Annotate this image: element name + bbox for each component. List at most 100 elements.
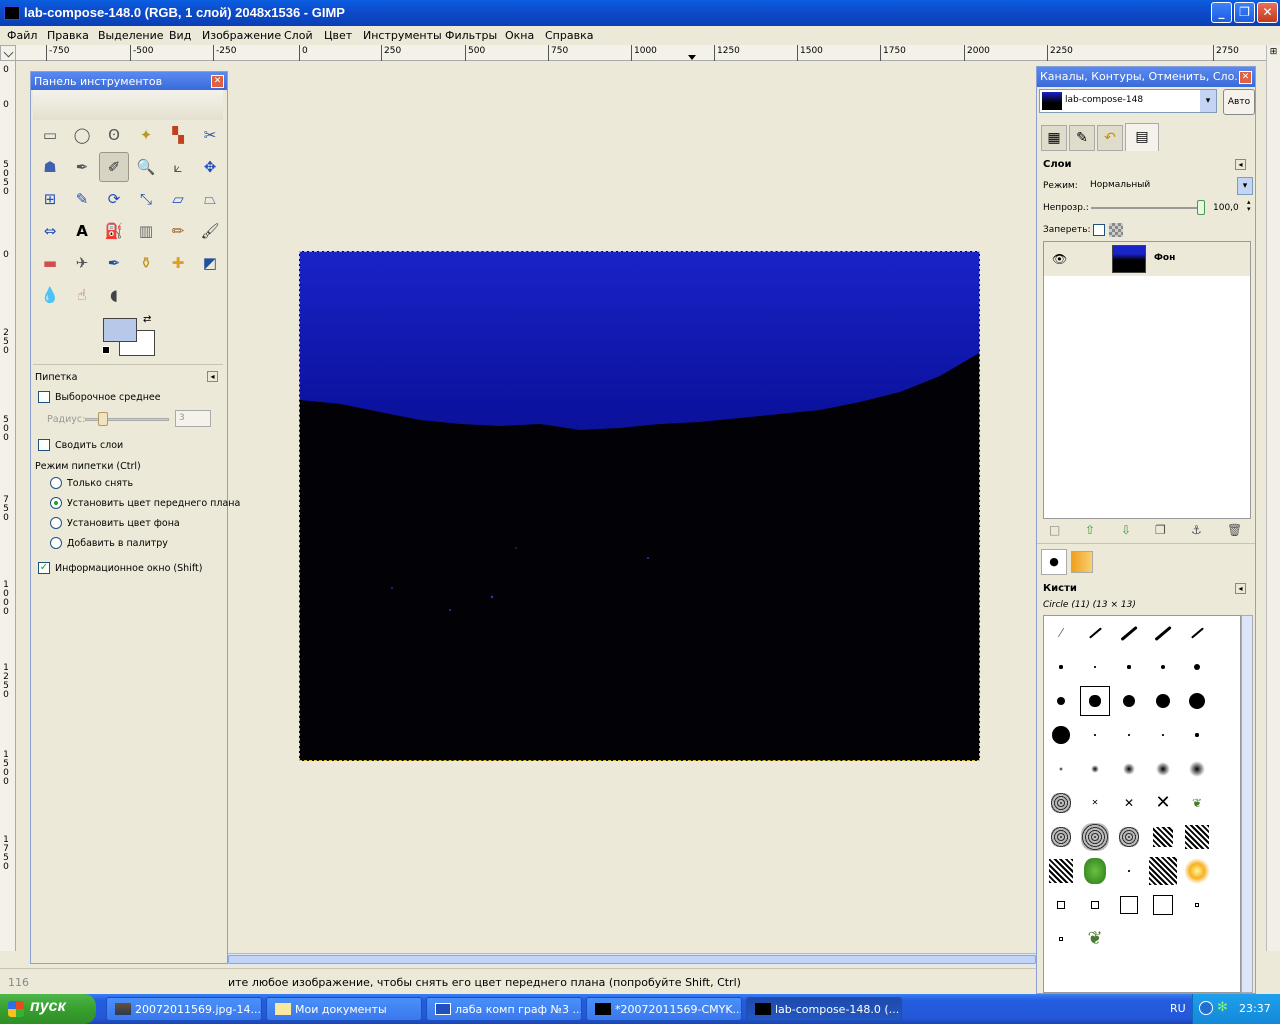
heal-icon[interactable]: ✚ — [163, 248, 193, 278]
image-canvas[interactable] — [299, 251, 980, 761]
brush-item[interactable] — [1114, 890, 1144, 920]
brush-item[interactable] — [1148, 720, 1178, 750]
brush-item[interactable] — [1148, 618, 1178, 648]
blend-icon[interactable]: ▥ — [131, 216, 161, 246]
mode-set-foreground-radio[interactable] — [50, 497, 62, 509]
mode-pick-only-radio[interactable] — [50, 477, 62, 489]
opacity-slider-handle[interactable] — [1197, 200, 1205, 215]
move-icon[interactable]: ✥ — [195, 152, 225, 182]
dodge-burn-icon[interactable]: ◖ — [99, 280, 129, 310]
paths-tab-icon[interactable]: ✎ — [1069, 125, 1095, 151]
brush-item[interactable] — [1114, 652, 1144, 682]
channels-tab-icon[interactable]: ▦ — [1041, 125, 1067, 151]
brush-item[interactable] — [1080, 822, 1110, 852]
fuzzy-select-icon[interactable]: ✦ — [131, 120, 161, 150]
ink-icon[interactable]: ✒ — [99, 248, 129, 278]
brush-item[interactable] — [1046, 788, 1076, 818]
brushes-tab-icon[interactable]: ● — [1041, 549, 1067, 575]
menu-file[interactable]: Файл — [7, 29, 37, 42]
auto-button[interactable]: Авто — [1223, 89, 1255, 115]
toolbox-close-button[interactable]: ✕ — [211, 75, 224, 88]
eye-icon[interactable]: 👁 — [1052, 252, 1067, 266]
crop-icon[interactable]: ✎ — [67, 184, 97, 214]
brush-item[interactable] — [1182, 720, 1212, 750]
brush-item[interactable] — [1080, 890, 1110, 920]
brush-item[interactable] — [1148, 754, 1178, 784]
dock-close-button[interactable]: ✕ — [1239, 71, 1252, 84]
brush-item[interactable]: ❦ — [1080, 924, 1110, 954]
eraser-icon[interactable]: ▬ — [35, 248, 65, 278]
brush-item[interactable] — [1046, 822, 1076, 852]
brush-item[interactable] — [1046, 890, 1076, 920]
panel-menu-icon[interactable]: ◂ — [207, 371, 218, 382]
menu-layer[interactable]: Слой — [284, 29, 313, 42]
brush-item[interactable] — [1046, 686, 1076, 716]
delete-layer-icon[interactable]: 🗑 — [1227, 523, 1242, 537]
brush-item[interactable] — [1182, 822, 1212, 852]
perspective-icon[interactable]: ⏢ — [195, 184, 225, 214]
taskbar-item[interactable]: *20072011569-CMYK... — [586, 997, 742, 1021]
lock-alpha-icon[interactable] — [1109, 223, 1123, 237]
brush-item[interactable] — [1114, 720, 1144, 750]
clock[interactable]: 23:37 — [1239, 1002, 1271, 1015]
brush-item[interactable] — [1148, 890, 1178, 920]
swap-colors-icon[interactable]: ⇄ — [143, 314, 151, 325]
menu-help[interactable]: Справка — [545, 29, 593, 42]
brush-item[interactable] — [1046, 652, 1076, 682]
radius-slider-handle[interactable] — [98, 412, 108, 426]
menu-view[interactable]: Вид — [169, 29, 191, 42]
brush-item[interactable] — [1046, 856, 1076, 886]
brush-item[interactable] — [1114, 822, 1144, 852]
opacity-slider[interactable] — [1091, 207, 1205, 209]
brush-item[interactable]: ✕ — [1080, 788, 1110, 818]
radius-input[interactable]: 3 — [175, 410, 211, 427]
mode-set-background-radio[interactable] — [50, 517, 62, 529]
sample-average-checkbox[interactable] — [38, 391, 50, 403]
navigate-icon[interactable]: ⊞ — [1268, 47, 1279, 58]
brush-item[interactable] — [1046, 720, 1076, 750]
network-icon[interactable]: ✻ — [1217, 1000, 1228, 1015]
ellipse-select-icon[interactable]: ◯ — [67, 120, 97, 150]
pencil-icon[interactable]: ✏ — [163, 216, 193, 246]
layer-row[interactable]: 👁 Фон — [1044, 242, 1250, 276]
airbrush-icon[interactable]: ✈ — [67, 248, 97, 278]
layers-menu-icon[interactable]: ◂ — [1235, 159, 1246, 170]
brush-item[interactable] — [1182, 618, 1212, 648]
opacity-spinner[interactable]: ▴ ▾ — [1247, 199, 1251, 213]
brush-item[interactable] — [1182, 856, 1212, 886]
align-icon[interactable]: ⊞ — [35, 184, 65, 214]
lower-layer-icon[interactable]: ⇩ — [1121, 523, 1131, 537]
brush-item[interactable] — [1046, 754, 1076, 784]
scrollbar-thumb[interactable] — [228, 955, 1036, 964]
sample-merged-checkbox[interactable] — [38, 439, 50, 451]
menu-filters[interactable]: Фильтры — [445, 29, 497, 42]
smudge-icon[interactable]: ☝ — [67, 280, 97, 310]
rect-select-icon[interactable]: ▭ — [35, 120, 65, 150]
chevron-down-icon[interactable]: ▾ — [1200, 90, 1216, 112]
brush-item[interactable] — [1114, 686, 1144, 716]
brushes-scrollbar[interactable] — [1241, 615, 1253, 993]
minimize-button[interactable]: _ — [1211, 2, 1232, 23]
bucket-fill-icon[interactable]: ⛽ — [99, 216, 129, 246]
paths-icon[interactable]: ✒ — [67, 152, 97, 182]
brush-item[interactable]: ❦ — [1182, 788, 1212, 818]
patterns-tab-icon[interactable] — [1071, 551, 1093, 573]
start-button[interactable]: пуск — [0, 994, 96, 1024]
brush-item[interactable] — [1148, 856, 1178, 886]
taskbar-item[interactable]: 20072011569.jpg-14... — [106, 997, 262, 1021]
dock-title[interactable]: Каналы, Контуры, Отменить, Сло... — [1037, 67, 1255, 87]
brush-item[interactable]: ✕ — [1148, 788, 1178, 818]
wilber-drop-area[interactable] — [33, 90, 223, 120]
chevron-down-icon[interactable]: ▾ — [1237, 177, 1253, 195]
mode-add-palette-radio[interactable] — [50, 537, 62, 549]
layers-tab-icon[interactable]: ▤ — [1125, 123, 1159, 151]
zoom-icon[interactable]: 🔍 — [131, 152, 161, 182]
brush-item[interactable] — [1114, 856, 1144, 886]
layer-name[interactable]: Фон — [1154, 253, 1175, 263]
brush-item[interactable] — [1182, 754, 1212, 784]
foreground-select-icon[interactable]: ☗ — [35, 152, 65, 182]
shear-icon[interactable]: ▱ — [163, 184, 193, 214]
window-titlebar[interactable]: lab-compose-148.0 (RGB, 1 слой) 2048x153… — [0, 0, 1280, 26]
foreground-color-swatch-front[interactable] — [103, 318, 137, 342]
brushes-menu-icon[interactable]: ◂ — [1235, 583, 1246, 594]
